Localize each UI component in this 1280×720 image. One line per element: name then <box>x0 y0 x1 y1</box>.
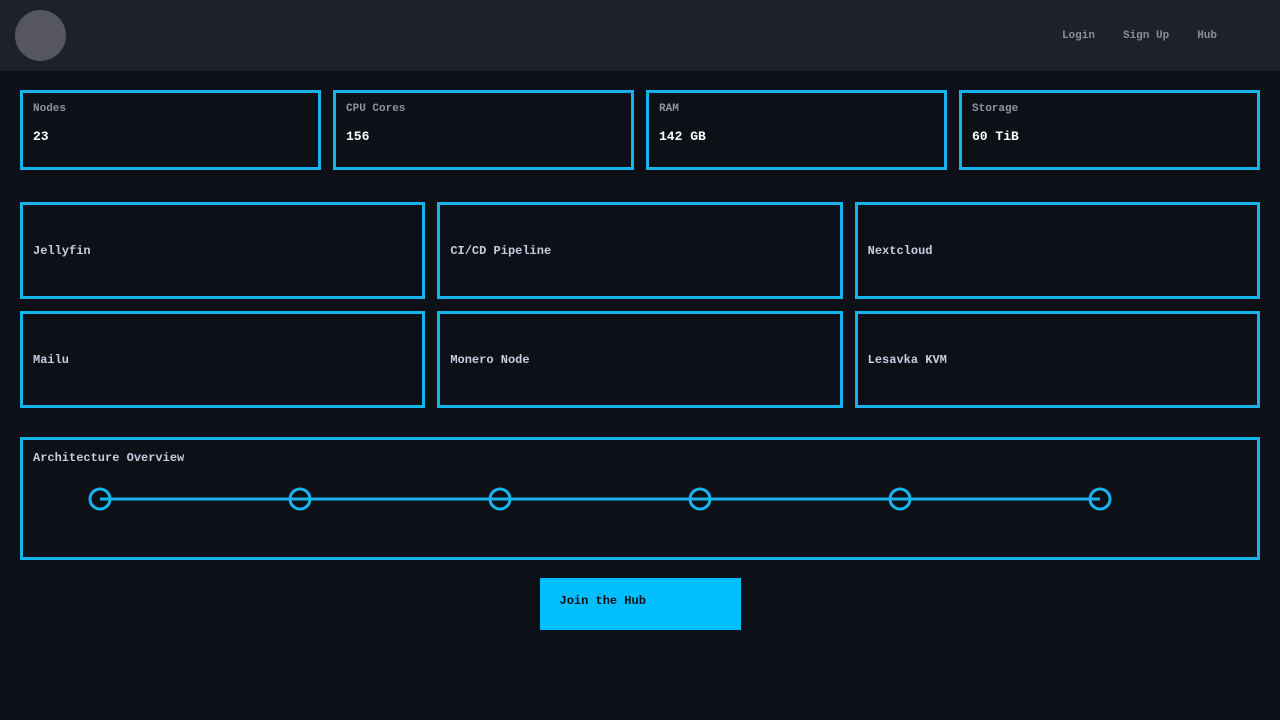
navbar: Login Sign Up Hub <box>0 0 1280 71</box>
stat-card-ram: RAM 142 GB <box>646 90 947 170</box>
service-card-nextcloud: Nextcloud <box>855 202 1260 299</box>
services-grid: Jellyfin CI/CD Pipeline Nextcloud Mailu … <box>20 202 1260 408</box>
service-card-lesavka-kvm: Lesavka KVM <box>855 311 1260 408</box>
service-title: Mailu <box>33 353 69 367</box>
join-hub-button[interactable]: Join the Hub <box>540 578 741 630</box>
service-title: Nextcloud <box>868 244 933 258</box>
stat-card-storage: Storage 60 TiB <box>959 90 1260 170</box>
service-card-monero-node: Monero Node <box>437 311 842 408</box>
avatar[interactable] <box>15 10 66 61</box>
stat-card-cpu-cores: CPU Cores 156 <box>333 90 634 170</box>
stat-card-nodes: Nodes 23 <box>20 90 321 170</box>
service-title: Monero Node <box>450 353 529 367</box>
stat-label: Nodes <box>33 103 308 115</box>
service-card-jellyfin: Jellyfin <box>20 202 425 299</box>
stat-label: RAM <box>659 103 934 115</box>
service-title: CI/CD Pipeline <box>450 244 551 258</box>
service-card-mailu: Mailu <box>20 311 425 408</box>
service-title: Jellyfin <box>33 244 91 258</box>
service-card-cicd-pipeline: CI/CD Pipeline <box>437 202 842 299</box>
stat-label: Storage <box>972 103 1247 115</box>
stat-value: 60 TiB <box>972 129 1247 144</box>
stat-value: 142 GB <box>659 129 934 144</box>
main-content: Nodes 23 CPU Cores 156 RAM 142 GB Storag… <box>0 90 1280 630</box>
stat-value: 23 <box>33 129 308 144</box>
cta-row: Join the Hub <box>20 560 1260 630</box>
stat-label: CPU Cores <box>346 103 621 115</box>
architecture-overview-section: Architecture Overview <box>20 437 1260 560</box>
nav-links: Login Sign Up Hub <box>1062 30 1217 42</box>
stat-value: 156 <box>346 129 621 144</box>
architecture-diagram <box>23 440 1257 557</box>
nav-link-signup[interactable]: Sign Up <box>1123 30 1169 42</box>
nav-link-login[interactable]: Login <box>1062 30 1095 42</box>
service-title: Lesavka KVM <box>868 353 947 367</box>
nav-link-hub[interactable]: Hub <box>1197 30 1217 42</box>
stats-grid: Nodes 23 CPU Cores 156 RAM 142 GB Storag… <box>20 90 1260 170</box>
